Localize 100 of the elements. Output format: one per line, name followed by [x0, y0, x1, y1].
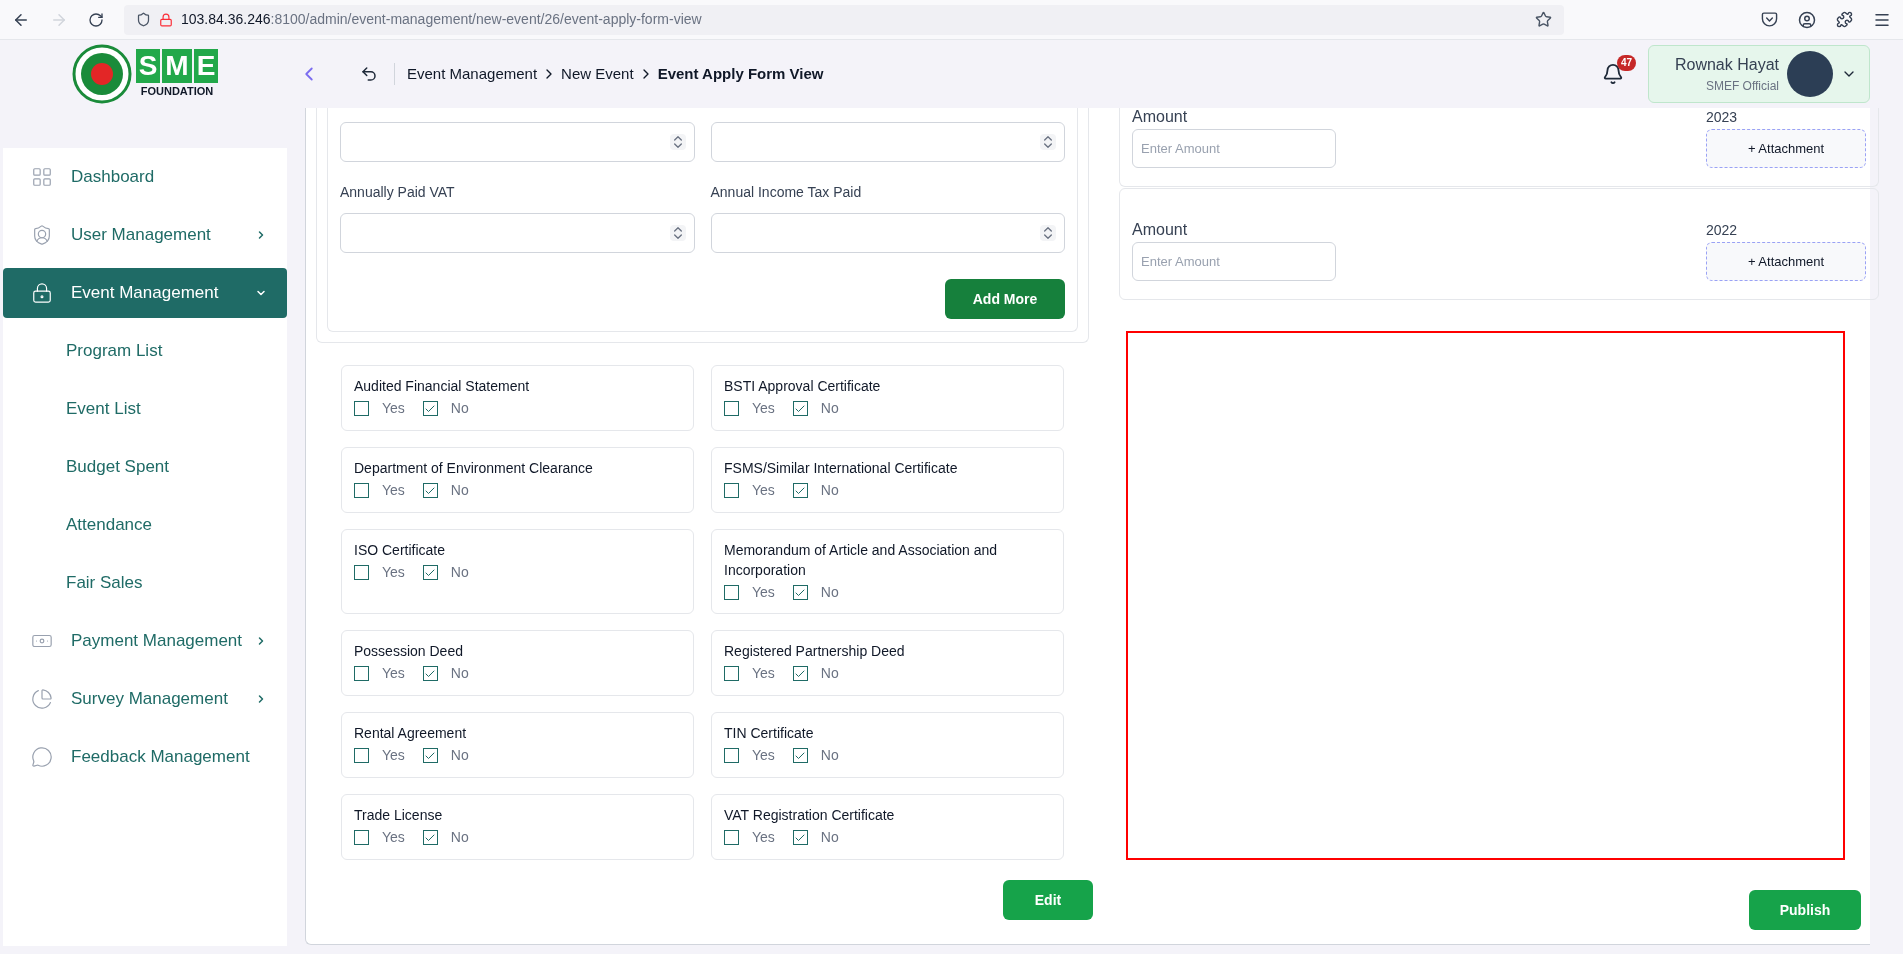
option-label: No	[450, 828, 469, 847]
option-label: No	[450, 399, 469, 418]
option-label: Yes	[752, 746, 775, 765]
submenu-item[interactable]: Attendance	[3, 500, 287, 550]
lock-icon	[159, 12, 173, 27]
option-label: No	[820, 746, 839, 765]
option-label: No	[450, 481, 469, 500]
logo-subtitle: FOUNDATION	[140, 83, 214, 99]
checkbox[interactable]	[422, 483, 438, 498]
attachment-button[interactable]: + Attachment	[1706, 242, 1866, 281]
number-field[interactable]	[710, 213, 1065, 253]
sidebar-item[interactable]: Event Management	[3, 268, 287, 318]
checkbox[interactable]	[724, 666, 739, 681]
document-label: BSTI Approval Certificate	[724, 377, 882, 396]
checkbox[interactable]	[422, 666, 438, 681]
attachment-button[interactable]: + Attachment	[1706, 129, 1866, 168]
checkbox[interactable]	[724, 585, 739, 600]
breadcrumb-item[interactable]: New Event	[561, 62, 634, 86]
submenu-item[interactable]: Fair Sales	[3, 558, 287, 608]
checkbox[interactable]	[792, 483, 808, 498]
logo-letter: S	[135, 48, 161, 83]
pocket-icon[interactable]	[1761, 11, 1778, 28]
number-field[interactable]	[710, 122, 1065, 162]
document-label: FSMS/Similar International Certificate	[724, 459, 959, 478]
submenu-item[interactable]: Program List	[3, 326, 287, 376]
amount-label: Amount	[1132, 107, 1189, 127]
spinner-icon[interactable]	[669, 225, 686, 241]
edit-button[interactable]: Edit	[1003, 880, 1093, 920]
checkbox[interactable]	[354, 830, 369, 845]
checkbox[interactable]	[422, 401, 438, 416]
option-label: Yes	[752, 664, 775, 683]
field-label: Annual Income Tax Paid	[710, 183, 863, 202]
number-field[interactable]	[340, 122, 695, 162]
sidebar-item[interactable]: Survey Management	[3, 674, 287, 724]
checkbox[interactable]	[724, 483, 739, 498]
option-label: Yes	[752, 399, 775, 418]
option-label: Yes	[382, 746, 405, 765]
extensions-icon[interactable]	[1836, 11, 1853, 28]
checkbox[interactable]	[724, 748, 739, 763]
checkbox[interactable]	[354, 666, 369, 681]
option-label: Yes	[382, 563, 405, 582]
checkbox[interactable]	[422, 748, 438, 763]
amount-label: Amount	[1132, 220, 1189, 240]
checkbox[interactable]	[422, 830, 438, 845]
back-icon[interactable]	[360, 65, 378, 83]
checkbox[interactable]	[354, 748, 369, 763]
option-label: No	[450, 746, 469, 765]
option-label: No	[450, 664, 469, 683]
checkbox[interactable]	[724, 401, 739, 416]
url-text: 103.84.36.246:8100/admin/event-management/new-event/26/event-apply-form-view	[181, 10, 703, 29]
document-label: Memorandum of Article and Association and Incorporation	[724, 541, 999, 580]
checkbox[interactable]	[792, 666, 808, 681]
sidebar-item[interactable]: Feedback Management	[3, 732, 287, 782]
account-icon[interactable]	[1798, 10, 1816, 29]
publish-button[interactable]: Publish	[1749, 890, 1861, 930]
option-label: No	[450, 563, 469, 582]
checkbox[interactable]	[354, 565, 369, 580]
checkbox[interactable]	[792, 830, 808, 845]
checkbox[interactable]	[354, 401, 369, 416]
sidebar-item[interactable]: Dashboard	[3, 152, 287, 202]
submenu-item[interactable]: Event List	[3, 384, 287, 434]
checkbox[interactable]	[792, 748, 808, 763]
checkbox[interactable]	[724, 830, 739, 845]
logo-letter: E	[193, 48, 219, 83]
option-label: No	[820, 481, 839, 500]
sidebar-item[interactable]: User Management	[3, 210, 287, 260]
address-bar[interactable]: 103.84.36.246:8100/admin/event-management/new-event/26/event-apply-form-view	[124, 4, 1564, 35]
option-label: No	[820, 399, 839, 418]
user-name: Rownak Hayat	[1674, 55, 1779, 75]
notification-badge: 47	[1616, 55, 1636, 71]
option-label: Yes	[382, 828, 405, 847]
bookmark-star-icon[interactable]	[1535, 11, 1552, 28]
option-label: No	[820, 583, 839, 602]
submenu-item[interactable]: Budget Spent	[3, 442, 287, 492]
user-card[interactable]: Rownak Hayat SMEF Official	[1648, 45, 1870, 103]
checkbox[interactable]	[354, 483, 369, 498]
breadcrumb-item: Event Apply Form View	[657, 63, 824, 84]
option-label: Yes	[752, 481, 775, 500]
avatar	[1787, 51, 1833, 97]
spinner-icon[interactable]	[1040, 134, 1056, 150]
option-label: Yes	[752, 828, 775, 847]
amount-field[interactable]: Enter Amount	[1132, 242, 1336, 281]
document-label: ISO Certificate	[354, 541, 447, 560]
breadcrumb-item[interactable]: Event Management	[407, 62, 538, 86]
spinner-icon[interactable]	[1040, 225, 1056, 241]
shield-icon	[136, 12, 151, 27]
add-more-button[interactable]: Add More	[945, 279, 1065, 319]
checkbox[interactable]	[422, 565, 438, 580]
reload-icon[interactable]	[88, 11, 104, 28]
number-field[interactable]	[340, 213, 695, 253]
amount-field[interactable]: Enter Amount	[1132, 129, 1336, 168]
shield-user-icon	[31, 224, 53, 246]
chat-icon	[31, 746, 53, 768]
checkbox[interactable]	[792, 401, 808, 416]
document-label: Audited Financial Statement	[354, 377, 531, 396]
sidebar-item[interactable]: Payment Management	[3, 616, 287, 666]
option-label: Yes	[382, 399, 405, 418]
option-label: No	[820, 828, 839, 847]
checkbox[interactable]	[792, 585, 808, 600]
spinner-icon[interactable]	[669, 134, 686, 150]
